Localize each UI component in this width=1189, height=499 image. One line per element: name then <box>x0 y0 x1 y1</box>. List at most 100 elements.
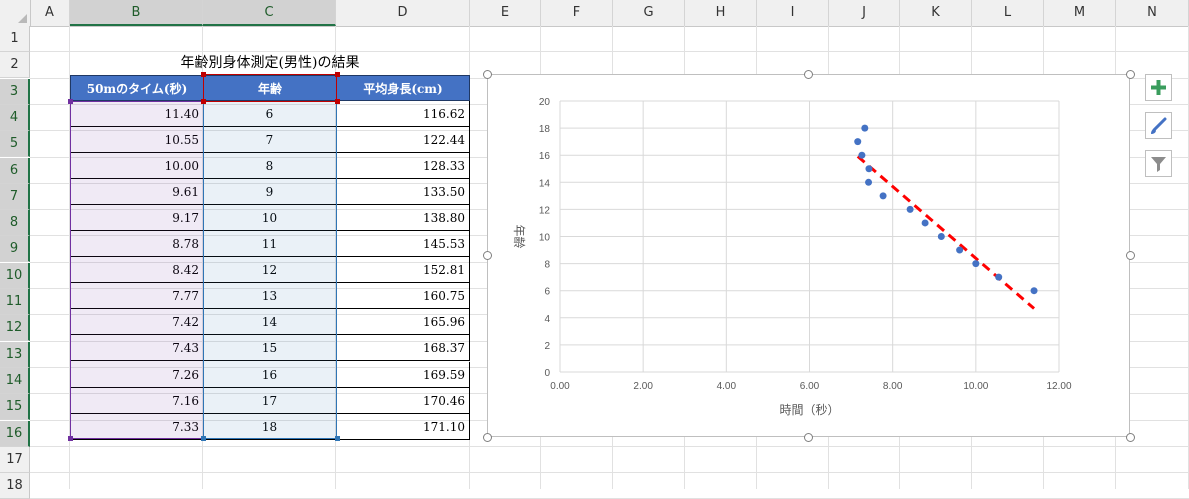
row-header-18[interactable]: 18 <box>0 473 30 499</box>
data-point[interactable] <box>865 178 873 186</box>
column-header-f[interactable]: F <box>541 0 613 26</box>
row-header-9[interactable]: 9 <box>0 236 30 262</box>
table-cell[interactable]: 8 <box>203 153 337 179</box>
data-point[interactable] <box>956 246 964 254</box>
row-header-11[interactable]: 11 <box>0 289 30 315</box>
table-cell[interactable]: 152.81 <box>336 257 470 283</box>
row-header-8[interactable]: 8 <box>0 210 30 236</box>
table-cell[interactable]: 10.00 <box>70 153 204 179</box>
data-point[interactable] <box>1030 287 1038 295</box>
header-height[interactable]: 平均身長(cm) <box>336 75 470 101</box>
resize-handle[interactable] <box>483 251 492 260</box>
chart-styles-button[interactable] <box>1145 112 1172 139</box>
row-header-13[interactable]: 13 <box>0 342 30 368</box>
table-cell[interactable]: 9.61 <box>70 179 204 205</box>
row-header-17[interactable]: 17 <box>0 447 30 473</box>
row-header-2[interactable]: 2 <box>0 52 30 78</box>
table-cell[interactable]: 6 <box>203 101 337 127</box>
chart-filters-button[interactable] <box>1145 150 1172 177</box>
row-header-12[interactable]: 12 <box>0 315 30 341</box>
table-cell[interactable]: 7.26 <box>70 362 204 388</box>
table-cell[interactable]: 138.80 <box>336 205 470 231</box>
table-cell[interactable]: 133.50 <box>336 179 470 205</box>
resize-handle[interactable] <box>1126 433 1135 442</box>
table-cell[interactable]: 171.10 <box>336 414 470 440</box>
table-cell[interactable]: 10 <box>203 205 337 231</box>
resize-handle[interactable] <box>1126 251 1135 260</box>
column-header-i[interactable]: I <box>757 0 829 26</box>
row-header-7[interactable]: 7 <box>0 184 30 210</box>
table-cell[interactable]: 16 <box>203 362 337 388</box>
table-cell[interactable]: 14 <box>203 309 337 335</box>
column-header-k[interactable]: K <box>900 0 972 26</box>
selection-handle[interactable] <box>201 436 206 441</box>
column-header-g[interactable]: G <box>613 0 685 26</box>
resize-handle[interactable] <box>483 433 492 442</box>
selection-handle[interactable] <box>68 436 73 441</box>
data-point[interactable] <box>865 165 873 173</box>
chart-elements-button[interactable] <box>1145 74 1172 101</box>
column-header-a[interactable]: A <box>30 0 70 26</box>
select-all-button[interactable] <box>0 0 31 26</box>
table-cell[interactable]: 13 <box>203 283 337 309</box>
data-point[interactable] <box>906 205 914 213</box>
selection-handle[interactable] <box>68 99 73 104</box>
row-header-3[interactable]: 3 <box>0 79 30 105</box>
trendline[interactable] <box>856 155 1036 310</box>
table-cell[interactable]: 9.17 <box>70 205 204 231</box>
row-header-15[interactable]: 15 <box>0 394 30 420</box>
table-cell[interactable]: 18 <box>203 414 337 440</box>
column-header-j[interactable]: J <box>829 0 900 26</box>
table-cell[interactable]: 11 <box>203 231 337 257</box>
data-point[interactable] <box>858 151 866 159</box>
table-cell[interactable]: 9 <box>203 179 337 205</box>
table-cell[interactable]: 7.42 <box>70 309 204 335</box>
column-header-n[interactable]: N <box>1116 0 1189 26</box>
data-point[interactable] <box>921 219 929 227</box>
column-header-c[interactable]: C <box>203 0 336 26</box>
table-cell[interactable]: 15 <box>203 335 337 361</box>
column-header-h[interactable]: H <box>685 0 757 26</box>
table-cell[interactable]: 17 <box>203 388 337 414</box>
table-cell[interactable]: 169.59 <box>336 362 470 388</box>
table-cell[interactable]: 170.46 <box>336 388 470 414</box>
column-header-b[interactable]: B <box>70 0 203 26</box>
table-cell[interactable]: 122.44 <box>336 127 470 153</box>
selection-handle[interactable] <box>335 72 340 77</box>
resize-handle[interactable] <box>804 70 813 79</box>
table-cell[interactable]: 116.62 <box>336 101 470 127</box>
scatter-chart[interactable]: 0 2 4 6 8 10 12 14 16 18 20 0.00 2.00 4.00 6.00 8.00 10.… <box>487 74 1130 437</box>
x-axis-title[interactable]: 時間（秒） <box>779 403 839 417</box>
column-header-d[interactable]: D <box>336 0 470 26</box>
table-cell[interactable]: 145.53 <box>336 231 470 257</box>
row-header-4[interactable]: 4 <box>0 105 30 131</box>
table-cell[interactable]: 12 <box>203 257 337 283</box>
table-cell[interactable]: 7.43 <box>70 335 204 361</box>
selection-handle[interactable] <box>335 99 340 104</box>
table-cell[interactable]: 7 <box>203 127 337 153</box>
header-age[interactable]: 年齢 <box>203 75 337 101</box>
data-point[interactable] <box>861 124 869 132</box>
row-header-16[interactable]: 16 <box>0 421 30 447</box>
table-cell[interactable]: 128.33 <box>336 153 470 179</box>
selection-handle[interactable] <box>335 436 340 441</box>
data-point[interactable] <box>879 192 887 200</box>
row-header-5[interactable]: 5 <box>0 131 30 157</box>
row-header-10[interactable]: 10 <box>0 263 30 289</box>
table-cell[interactable]: 8.78 <box>70 231 204 257</box>
resize-handle[interactable] <box>804 433 813 442</box>
resize-handle[interactable] <box>1126 70 1135 79</box>
table-cell[interactable]: 11.40 <box>70 101 204 127</box>
table-cell[interactable]: 10.55 <box>70 127 204 153</box>
column-header-e[interactable]: E <box>470 0 541 26</box>
data-point[interactable] <box>972 260 980 268</box>
table-cell[interactable]: 168.37 <box>336 335 470 361</box>
selection-handle[interactable] <box>201 99 206 104</box>
table-cell[interactable]: 7.77 <box>70 283 204 309</box>
table-cell[interactable]: 8.42 <box>70 257 204 283</box>
header-time[interactable]: 50mのタイム(秒) <box>70 75 204 101</box>
resize-handle[interactable] <box>483 70 492 79</box>
y-axis-title[interactable]: 年齢 <box>512 224 527 248</box>
data-point[interactable] <box>854 138 862 146</box>
table-cell[interactable]: 7.16 <box>70 388 204 414</box>
